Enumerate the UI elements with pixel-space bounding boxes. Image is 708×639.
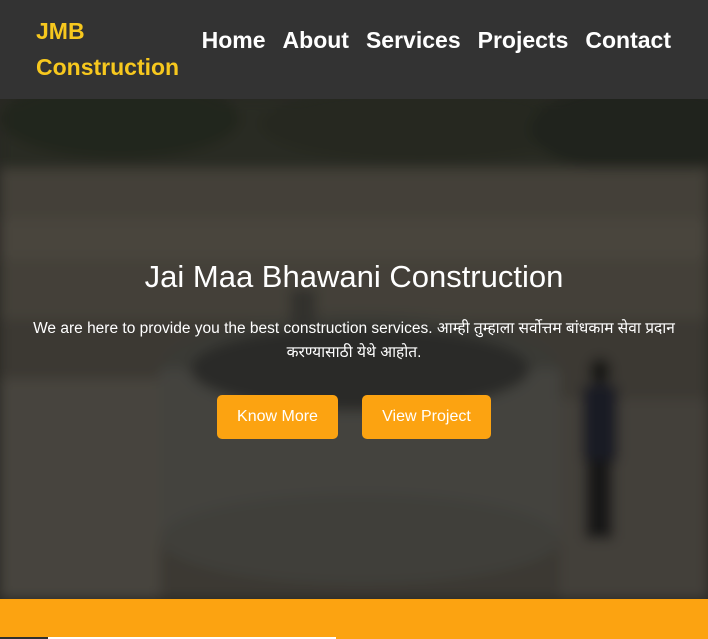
- view-project-button[interactable]: View Project: [362, 395, 491, 439]
- nav-services-link[interactable]: Services: [366, 22, 461, 58]
- brand-line-2: Construction: [36, 54, 180, 80]
- brand-logo[interactable]: JMB Construction: [36, 13, 196, 85]
- nav-projects-link[interactable]: Projects: [478, 22, 569, 58]
- main-nav: Home About Services Projects Contact: [202, 22, 671, 58]
- nav-about-link[interactable]: About: [283, 22, 349, 58]
- hero-section: Jai Maa Bhawani Construction We are here…: [0, 99, 708, 599]
- nav-home-link[interactable]: Home: [202, 22, 266, 58]
- site-header: JMB Construction Home About Services Pro…: [0, 0, 708, 99]
- hero-buttons: Know More View Project: [0, 395, 708, 439]
- hero-title: Jai Maa Bhawani Construction: [144, 259, 564, 294]
- hero-description: We are here to provide you the best cons…: [33, 320, 675, 361]
- next-section-band: [0, 599, 708, 639]
- know-more-button[interactable]: Know More: [217, 395, 338, 439]
- hero-content: Jai Maa Bhawani Construction We are here…: [0, 99, 708, 599]
- brand-line-1: JMB: [36, 18, 85, 44]
- nav-contact-link[interactable]: Contact: [585, 22, 671, 58]
